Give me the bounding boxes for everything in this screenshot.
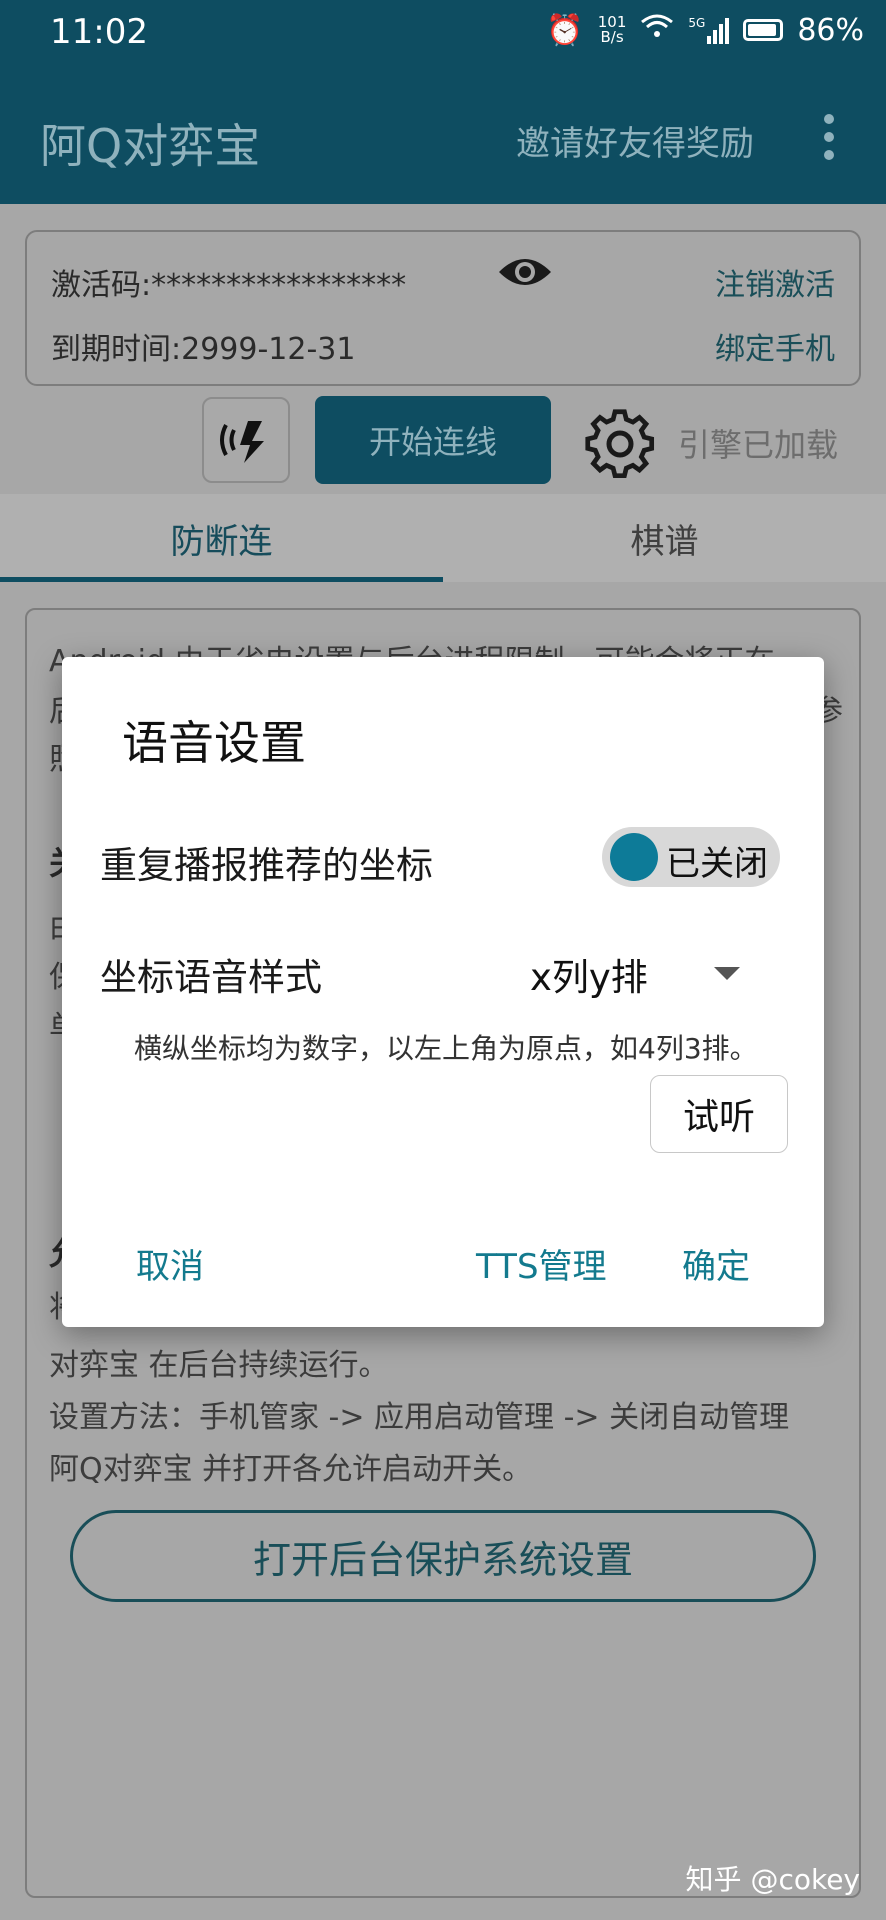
- bg-text-line: 对弈宝 在后台持续运行。: [49, 1348, 389, 1383]
- bg-text-line: 阿Q对弈宝 并打开各允许启动开关。: [49, 1452, 533, 1487]
- status-icons: ⏰ 101 B/s 5G 86%: [546, 12, 864, 48]
- bg-text-line: 设置方法：手机管家 -> 应用启动管理 -> 关闭自动管理: [49, 1400, 790, 1435]
- activation-card: 激活码:***************** 注销激活 到期时间:2999-12-…: [25, 230, 861, 386]
- toggle-state-label: 已关闭: [666, 844, 768, 884]
- voice-style-hint: 横纵坐标均为数字，以左上角为原点，如4列3排。: [134, 1032, 758, 1065]
- voice-style-select[interactable]: x列y排: [530, 947, 648, 1001]
- voice-settings-button[interactable]: [202, 397, 290, 483]
- battery-icon: [743, 19, 784, 41]
- alarm-icon: ⏰: [546, 12, 584, 48]
- tab-bar: 防断连 棋谱: [0, 494, 886, 582]
- voice-style-label: 坐标语音样式: [100, 956, 322, 999]
- voice-icon: [220, 421, 264, 463]
- watermark: 知乎 @cokey: [685, 1863, 860, 1896]
- eye-icon[interactable]: [497, 252, 553, 292]
- battery-percent: 86%: [797, 12, 864, 48]
- dialog-title: 语音设置: [122, 716, 306, 770]
- cancel-button[interactable]: 取消: [136, 1239, 204, 1288]
- start-connect-button[interactable]: 开始连线: [315, 396, 551, 484]
- open-background-protection-button[interactable]: 打开后台保护系统设置: [70, 1510, 816, 1602]
- voice-settings-dialog: 语音设置 重复播报推荐的坐标 已关闭 坐标语音样式 x列y排 横纵坐标均为数字，…: [62, 657, 824, 1327]
- status-time: 11:02: [50, 12, 148, 52]
- tts-manage-button[interactable]: TTS管理: [476, 1239, 607, 1288]
- tab-game-records[interactable]: 棋谱: [443, 494, 886, 582]
- repeat-toggle[interactable]: 已关闭: [602, 827, 780, 887]
- toggle-knob: [610, 833, 658, 881]
- listen-button[interactable]: 试听: [650, 1075, 788, 1153]
- net-speed: 101 B/s: [597, 13, 627, 46]
- expiry-date: 到期时间:2999-12-31: [51, 332, 356, 367]
- tab-anti-disconnect[interactable]: 防断连: [0, 494, 443, 582]
- status-bar: 11:02 ⏰ 101 B/s 5G 86%: [0, 0, 886, 70]
- confirm-button[interactable]: 确定: [682, 1239, 750, 1288]
- tab-indicator: [0, 577, 443, 582]
- wifi-icon: [640, 12, 674, 48]
- bind-phone-link[interactable]: 绑定手机: [715, 324, 835, 368]
- invite-friends-link[interactable]: 邀请好友得奖励: [516, 116, 754, 165]
- logout-activation-link[interactable]: 注销激活: [715, 260, 835, 304]
- more-options-icon[interactable]: [822, 114, 836, 160]
- repeat-coordinate-label: 重复播报推荐的坐标: [100, 844, 433, 887]
- chevron-down-icon[interactable]: [714, 967, 740, 980]
- signal-icon: 5G: [688, 16, 730, 44]
- gear-icon[interactable]: [584, 408, 656, 480]
- engine-status: 引擎已加载: [678, 426, 839, 464]
- app-title: 阿Q对弈宝: [40, 119, 261, 173]
- app-bar: 阿Q对弈宝 邀请好友得奖励: [0, 70, 886, 204]
- activation-code: 激活码:*****************: [51, 268, 407, 303]
